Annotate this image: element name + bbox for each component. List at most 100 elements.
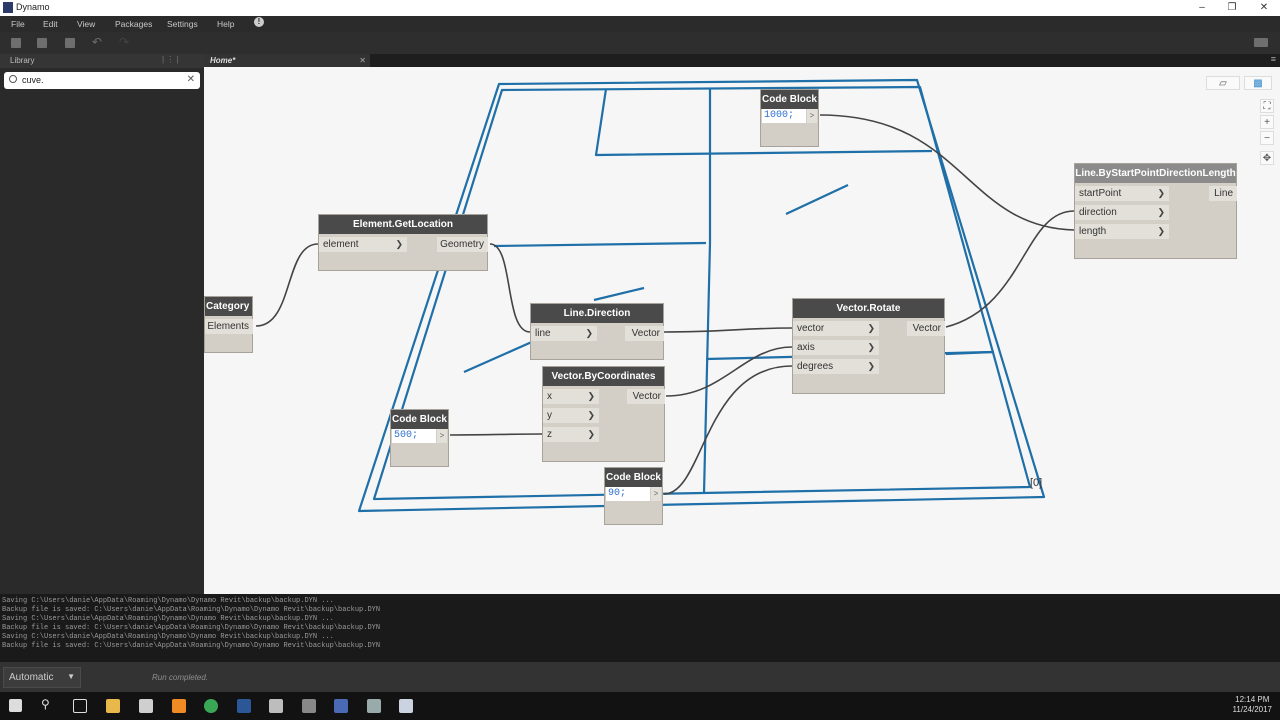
menu-edit[interactable]: Edit (43, 19, 58, 29)
chevron-down-icon: ▼ (67, 672, 75, 681)
undo-icon[interactable]: ↶ (92, 35, 102, 49)
output-port[interactable]: > (807, 109, 817, 123)
code-editor[interactable]: 90; (606, 487, 650, 501)
input-port[interactable]: length ❯ (1075, 224, 1169, 239)
console-line: Saving C:\Users\danie\AppData\Roaming\Dy… (2, 615, 334, 623)
input-port[interactable]: element ❯ (319, 237, 407, 252)
node-vector-rotate[interactable]: Vector.Rotate vector ❯ axis ❯ degrees ❯ Vec… (792, 298, 945, 394)
chevron-right-icon: ❯ (395, 239, 403, 249)
menu-view[interactable]: View (77, 19, 95, 29)
library-title: Library (10, 56, 35, 65)
input-port[interactable]: z ❯ (543, 427, 599, 442)
run-mode-dropdown[interactable]: Automatic ▼ (3, 667, 81, 688)
task-view-icon[interactable] (73, 699, 87, 713)
windows-start-icon[interactable] (9, 699, 22, 712)
node-title: Code Block (761, 90, 818, 109)
output-port[interactable]: Elements (205, 319, 253, 334)
app-icon[interactable] (269, 699, 283, 713)
chevron-right-icon: ❯ (587, 391, 595, 401)
search-input[interactable]: cuve. (22, 75, 44, 85)
info-icon[interactable]: ! (254, 17, 264, 27)
open-file-icon[interactable] (37, 38, 47, 48)
code-editor[interactable]: 500; (392, 429, 436, 443)
wire (819, 114, 1075, 231)
output-port[interactable]: Vector (625, 326, 664, 341)
console-line: Saving C:\Users\danie\AppData\Roaming\Dy… (2, 597, 334, 605)
input-port[interactable]: axis ❯ (793, 340, 879, 355)
menu-settings[interactable]: Settings (167, 19, 198, 29)
index-label: [0] (1030, 477, 1042, 489)
detail-line (785, 184, 849, 215)
wire (663, 365, 793, 495)
search-icon[interactable]: ⚲ (41, 697, 55, 711)
geometry-view-toggle-icon[interactable]: ▱ (1206, 76, 1240, 90)
port-label: element (323, 239, 359, 250)
wire (665, 346, 793, 397)
console-line: Backup file is saved: C:\Users\danie\App… (2, 642, 381, 650)
output-port[interactable]: Geometry (437, 237, 488, 252)
port-label: length (1079, 226, 1107, 237)
word-icon[interactable] (237, 699, 251, 713)
node-title: Vector.Rotate (793, 299, 944, 318)
store-icon[interactable] (139, 699, 153, 713)
library-search[interactable]: cuve. ✕ (4, 72, 200, 89)
console-output: Saving C:\Users\danie\AppData\Roaming\Dy… (0, 594, 1280, 662)
input-port[interactable]: vector ❯ (793, 321, 879, 336)
menu-packages[interactable]: Packages (115, 19, 152, 29)
zoom-in-icon[interactable]: + (1260, 115, 1274, 129)
output-port[interactable]: > (437, 429, 447, 443)
close-window-button[interactable]: ✕ (1248, 0, 1280, 16)
output-port[interactable]: Vector (907, 321, 945, 336)
app-icon[interactable] (399, 699, 413, 713)
pen-icon[interactable] (302, 699, 316, 713)
app-icon[interactable] (367, 699, 381, 713)
dynamo-taskbar-icon[interactable] (334, 699, 348, 713)
camera-icon[interactable] (1254, 38, 1268, 47)
graph-view-toggle-icon[interactable]: ▩ (1244, 76, 1272, 90)
input-port[interactable]: startPoint ❯ (1075, 186, 1169, 201)
menu-bar: File Edit View Packages Settings Help ! (0, 16, 1280, 32)
node-element-getlocation[interactable]: Element.GetLocation element ❯ Geometry (318, 214, 488, 271)
system-clock[interactable]: 12:14 PM 11/24/2017 (1233, 695, 1272, 715)
new-file-icon[interactable] (11, 38, 21, 48)
node-code-block-500[interactable]: Code Block 500; > (390, 409, 449, 467)
zoom-out-icon[interactable]: − (1260, 131, 1274, 145)
graph-canvas[interactable]: [0] Category Elements Element.GetLocatio… (204, 67, 1280, 594)
input-port[interactable]: direction ❯ (1075, 205, 1169, 220)
node-vector-bycoordinates[interactable]: Vector.ByCoordinates x ❯ y ❯ z ❯ Vector (542, 366, 665, 462)
pan-icon[interactable]: ✥ (1260, 151, 1274, 165)
input-port[interactable]: x ❯ (543, 389, 599, 404)
restore-button[interactable]: ❐ (1216, 0, 1248, 16)
node-title: Vector.ByCoordinates (543, 367, 664, 386)
tab-home-label: Home* (210, 56, 236, 65)
save-icon[interactable] (65, 38, 75, 48)
vlc-icon[interactable] (172, 699, 186, 713)
library-dock-icon[interactable]: | ⋮ | (162, 55, 179, 64)
wire (255, 243, 319, 327)
input-port[interactable]: line ❯ (531, 326, 597, 341)
tab-home[interactable]: Home* ✕ (204, 54, 370, 67)
node-line-bystartpointdirectionlength[interactable]: Line.ByStartPointDirectionLength startPo… (1074, 163, 1237, 259)
zoom-fit-icon[interactable]: ⛶ (1260, 99, 1274, 113)
redo-icon[interactable]: ↷ (119, 35, 129, 49)
output-port[interactable]: > (651, 487, 661, 501)
file-explorer-icon[interactable] (106, 699, 120, 713)
minimize-button[interactable]: – (1186, 0, 1218, 16)
node-code-block-1000[interactable]: Code Block 1000; > (760, 89, 819, 147)
port-label: startPoint (1079, 188, 1122, 199)
node-line-direction[interactable]: Line.Direction line ❯ Vector (530, 303, 664, 360)
tab-menu-icon[interactable]: ≡ (1271, 54, 1276, 64)
clear-search-icon[interactable]: ✕ (187, 74, 195, 85)
chrome-icon[interactable] (204, 699, 218, 713)
tab-close-icon[interactable]: ✕ (359, 56, 366, 65)
output-port[interactable]: Vector (627, 389, 665, 404)
menu-file[interactable]: File (11, 19, 25, 29)
code-editor[interactable]: 1000; (762, 109, 806, 123)
port-label: degrees (797, 361, 834, 372)
input-port[interactable]: degrees ❯ (793, 359, 879, 374)
node-category[interactable]: Category Elements (204, 296, 253, 353)
node-code-block-90[interactable]: Code Block 90; > (604, 467, 663, 525)
input-port[interactable]: y ❯ (543, 408, 599, 423)
output-port[interactable]: Line (1209, 186, 1237, 201)
menu-help[interactable]: Help (217, 19, 234, 29)
